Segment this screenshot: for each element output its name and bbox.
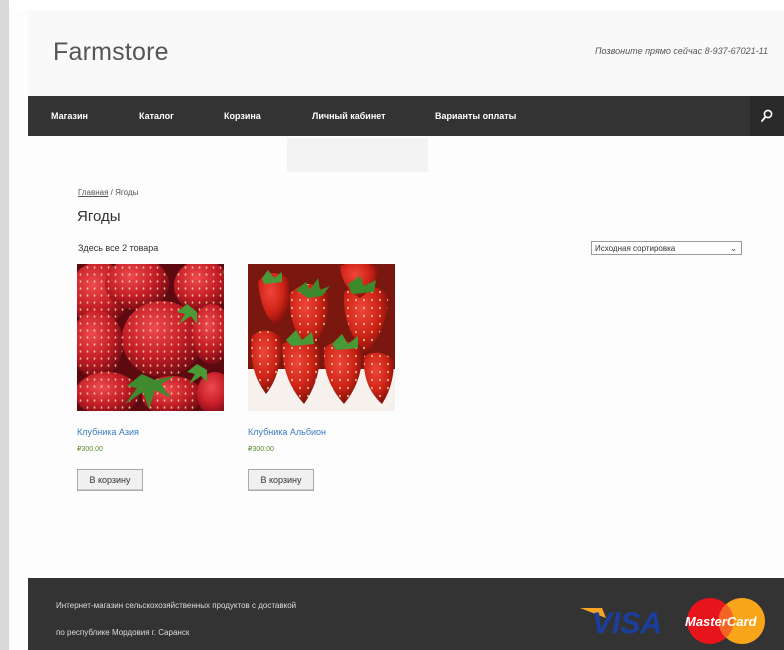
phone-text: Позвоните прямо сейчас 8-937-67021-11 [595, 46, 768, 56]
product-card: Клубника Азия ₽300.00 В корзину [77, 264, 225, 491]
site-title[interactable]: Farmstore [53, 38, 169, 67]
nav-item-account[interactable]: Личный кабинет [312, 96, 386, 136]
sort-selected-value: Исходная сортировка [595, 244, 676, 253]
add-to-cart-button[interactable]: В корзину [77, 469, 143, 491]
nav-item-shop[interactable]: Магазин [51, 96, 88, 136]
site-header: Farmstore Позвоните прямо сейчас 8-937-6… [28, 10, 784, 96]
mastercard-logo-icon: MasterCard [685, 598, 765, 644]
chevron-down-icon: ⌄ [730, 244, 737, 253]
breadcrumb-current: Ягоды [115, 188, 139, 197]
nav-item-cart[interactable]: Корзина [224, 96, 261, 136]
main-nav: Магазин Каталог Корзина Личный кабинет В… [28, 96, 784, 136]
page-title: Ягоды [77, 208, 121, 225]
product-price: ₽300.00 [248, 446, 274, 453]
search-button[interactable] [750, 96, 784, 136]
footer-line-2: по республике Мордовия г. Саранск [56, 628, 190, 637]
sort-select[interactable]: Исходная сортировка ⌄ [591, 241, 742, 255]
site-footer: Интернет-магазин сельскохозяйственных пр… [28, 578, 784, 650]
product-image-strawberry-albion[interactable] [248, 264, 395, 411]
left-edge-strip [0, 0, 9, 650]
visa-logo-icon: VISA [580, 607, 662, 636]
breadcrumb-home-link[interactable]: Главная [78, 188, 108, 197]
nav-item-payment[interactable]: Варианты оплаты [435, 96, 516, 136]
visa-text: VISA [592, 607, 662, 636]
nav-item-catalog[interactable]: Каталог [139, 96, 174, 136]
product-name-link[interactable]: Клубника Азия [77, 427, 139, 437]
breadcrumb: Главная / Ягоды [78, 188, 138, 197]
mastercard-text: MasterCard [685, 614, 758, 629]
search-icon [761, 109, 773, 122]
product-name-link[interactable]: Клубника Альбион [248, 427, 326, 437]
top-margin [9, 0, 784, 10]
footer-line-1: Интернет-магазин сельскохозяйственных пр… [56, 601, 297, 610]
add-to-cart-button[interactable]: В корзину [248, 469, 314, 491]
product-price: ₽300.00 [77, 446, 103, 453]
product-image-strawberry-asia[interactable] [77, 264, 224, 411]
nav-dropdown-ghost [287, 138, 428, 172]
result-count: Здесь все 2 товара [78, 243, 159, 253]
product-card: Клубника Альбион ₽300.00 В корзину [248, 264, 396, 491]
